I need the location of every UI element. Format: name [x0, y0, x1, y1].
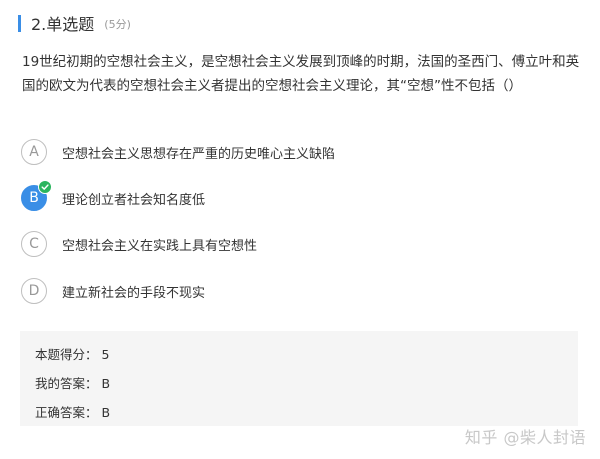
option-c-text: 空想社会主义在实践上具有空想性: [62, 238, 258, 254]
question-header: 2.单选题 (5分): [18, 12, 131, 34]
option-d[interactable]: D 建立新社会的手段不现实: [21, 276, 205, 306]
question-score: (5分): [104, 18, 131, 31]
option-a-text: 空想社会主义思想存在严重的历史唯心主义缺陷: [62, 146, 336, 162]
option-a-circle[interactable]: A: [21, 139, 47, 165]
option-c[interactable]: C 空想社会主义在实践上具有空想性: [21, 229, 257, 259]
option-a[interactable]: A 空想社会主义思想存在严重的历史唯心主义缺陷: [21, 137, 335, 167]
my-answer-line: 我的答案： B: [35, 373, 110, 392]
question-title: 2.单选题: [31, 15, 95, 34]
option-c-circle[interactable]: C: [21, 231, 47, 257]
watermark: 知乎 @柴人封语: [464, 428, 586, 447]
my-answer-value: B: [101, 376, 111, 391]
result-panel: 本题得分： 5 我的答案： B 正确答案： B: [20, 331, 578, 426]
option-b-circle[interactable]: B: [21, 180, 52, 211]
option-d-text: 建立新社会的手段不现实: [62, 285, 206, 301]
question-stem: 19世纪初期的空想社会主义，是空想社会主义发展到顶峰的时期，法国的圣西门、傅立叶…: [22, 54, 580, 94]
checkmark-icon: [38, 180, 52, 194]
score-line: 本题得分： 5: [35, 344, 109, 363]
option-d-circle[interactable]: D: [21, 278, 47, 304]
option-b-letter: B: [29, 190, 39, 206]
option-b-text: 理论创立者社会知名度低: [62, 192, 206, 208]
correct-answer-label: 正确答案：: [35, 405, 98, 420]
option-b[interactable]: B 理论创立者社会知名度低: [21, 180, 206, 213]
score-label: 本题得分：: [35, 347, 98, 362]
score-value: 5: [101, 347, 110, 362]
title-accent-bar: [18, 14, 21, 32]
correct-answer-value: B: [101, 405, 111, 420]
my-answer-label: 我的答案：: [35, 376, 98, 391]
correct-answer-line: 正确答案： B: [35, 402, 110, 421]
